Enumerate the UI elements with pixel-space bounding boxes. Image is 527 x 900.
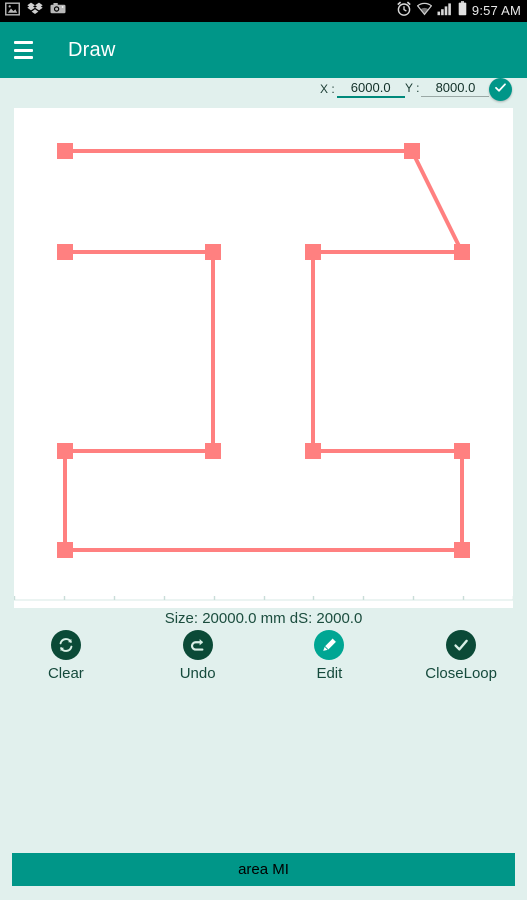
vertex-handle[interactable] xyxy=(454,542,470,558)
x-coordinate-group: X : 6000.0 xyxy=(320,80,405,98)
closeloop-button[interactable]: CloseLoop xyxy=(395,630,527,692)
alarm-icon xyxy=(396,1,412,22)
clear-button[interactable]: Clear xyxy=(0,630,132,692)
vertex-handle[interactable] xyxy=(57,244,73,260)
vertex-handle[interactable] xyxy=(454,443,470,459)
vertex-handle[interactable] xyxy=(57,443,73,459)
pencil-icon xyxy=(314,630,345,660)
area-mi-button[interactable]: area MI xyxy=(12,853,515,886)
wifi-icon xyxy=(416,2,433,21)
vertex-handle[interactable] xyxy=(57,143,73,159)
edit-button[interactable]: Edit xyxy=(264,630,396,692)
vertex-handle[interactable] xyxy=(454,244,470,260)
vertex-handle[interactable] xyxy=(305,244,321,260)
battery-icon xyxy=(458,1,467,21)
drawing-canvas[interactable] xyxy=(14,108,513,608)
clear-button-label: Clear xyxy=(47,665,84,682)
vertex-handle[interactable] xyxy=(205,443,221,459)
check-icon xyxy=(446,630,477,660)
image-icon xyxy=(5,1,20,21)
undo-arrow-icon xyxy=(182,630,213,660)
page-title: Draw xyxy=(68,38,116,61)
tool-row: Clear Undo Edit CloseLoop xyxy=(0,630,527,692)
camera-icon xyxy=(50,2,66,20)
hamburger-menu-icon[interactable] xyxy=(14,41,38,59)
undo-button[interactable]: Undo xyxy=(132,630,264,692)
edit-button-label: Edit xyxy=(316,665,343,682)
coordinate-bar: X : 6000.0 Y : 8000.0 xyxy=(0,78,527,108)
app-bar: Draw xyxy=(0,22,527,78)
x-input[interactable]: 6000.0 xyxy=(336,80,405,98)
y-coordinate-group: Y : 8000.0 xyxy=(405,80,490,97)
confirm-point-button[interactable] xyxy=(489,78,512,101)
vertex-handle[interactable] xyxy=(404,143,420,159)
dropbox-icon xyxy=(27,2,43,21)
y-label: Y : xyxy=(405,81,420,95)
closeloop-button-label: CloseLoop xyxy=(425,665,497,682)
vertex-handle[interactable] xyxy=(57,542,73,558)
y-input[interactable]: 8000.0 xyxy=(421,80,490,97)
vertex-handle[interactable] xyxy=(205,244,221,260)
shape-polyline xyxy=(14,143,513,601)
undo-button-label: Undo xyxy=(179,665,216,682)
app-root: 9:57 AM Draw X : 6000.0 Y : 8000.0 Size:… xyxy=(0,0,527,900)
check-circle-icon xyxy=(493,80,508,100)
x-label: X : xyxy=(320,82,335,96)
shape-path xyxy=(63,149,466,552)
status-bar: 9:57 AM xyxy=(0,0,527,22)
size-status-text: Size: 20000.0 mm dS: 2000.0 xyxy=(164,610,363,627)
vertex-handle[interactable] xyxy=(305,443,321,459)
status-bar-left-icons xyxy=(5,1,66,21)
refresh-icon xyxy=(50,630,81,660)
status-bar-right-icons: 9:57 AM xyxy=(396,0,521,22)
signal-icon xyxy=(437,2,453,21)
status-bar-clock: 9:57 AM xyxy=(471,3,521,18)
